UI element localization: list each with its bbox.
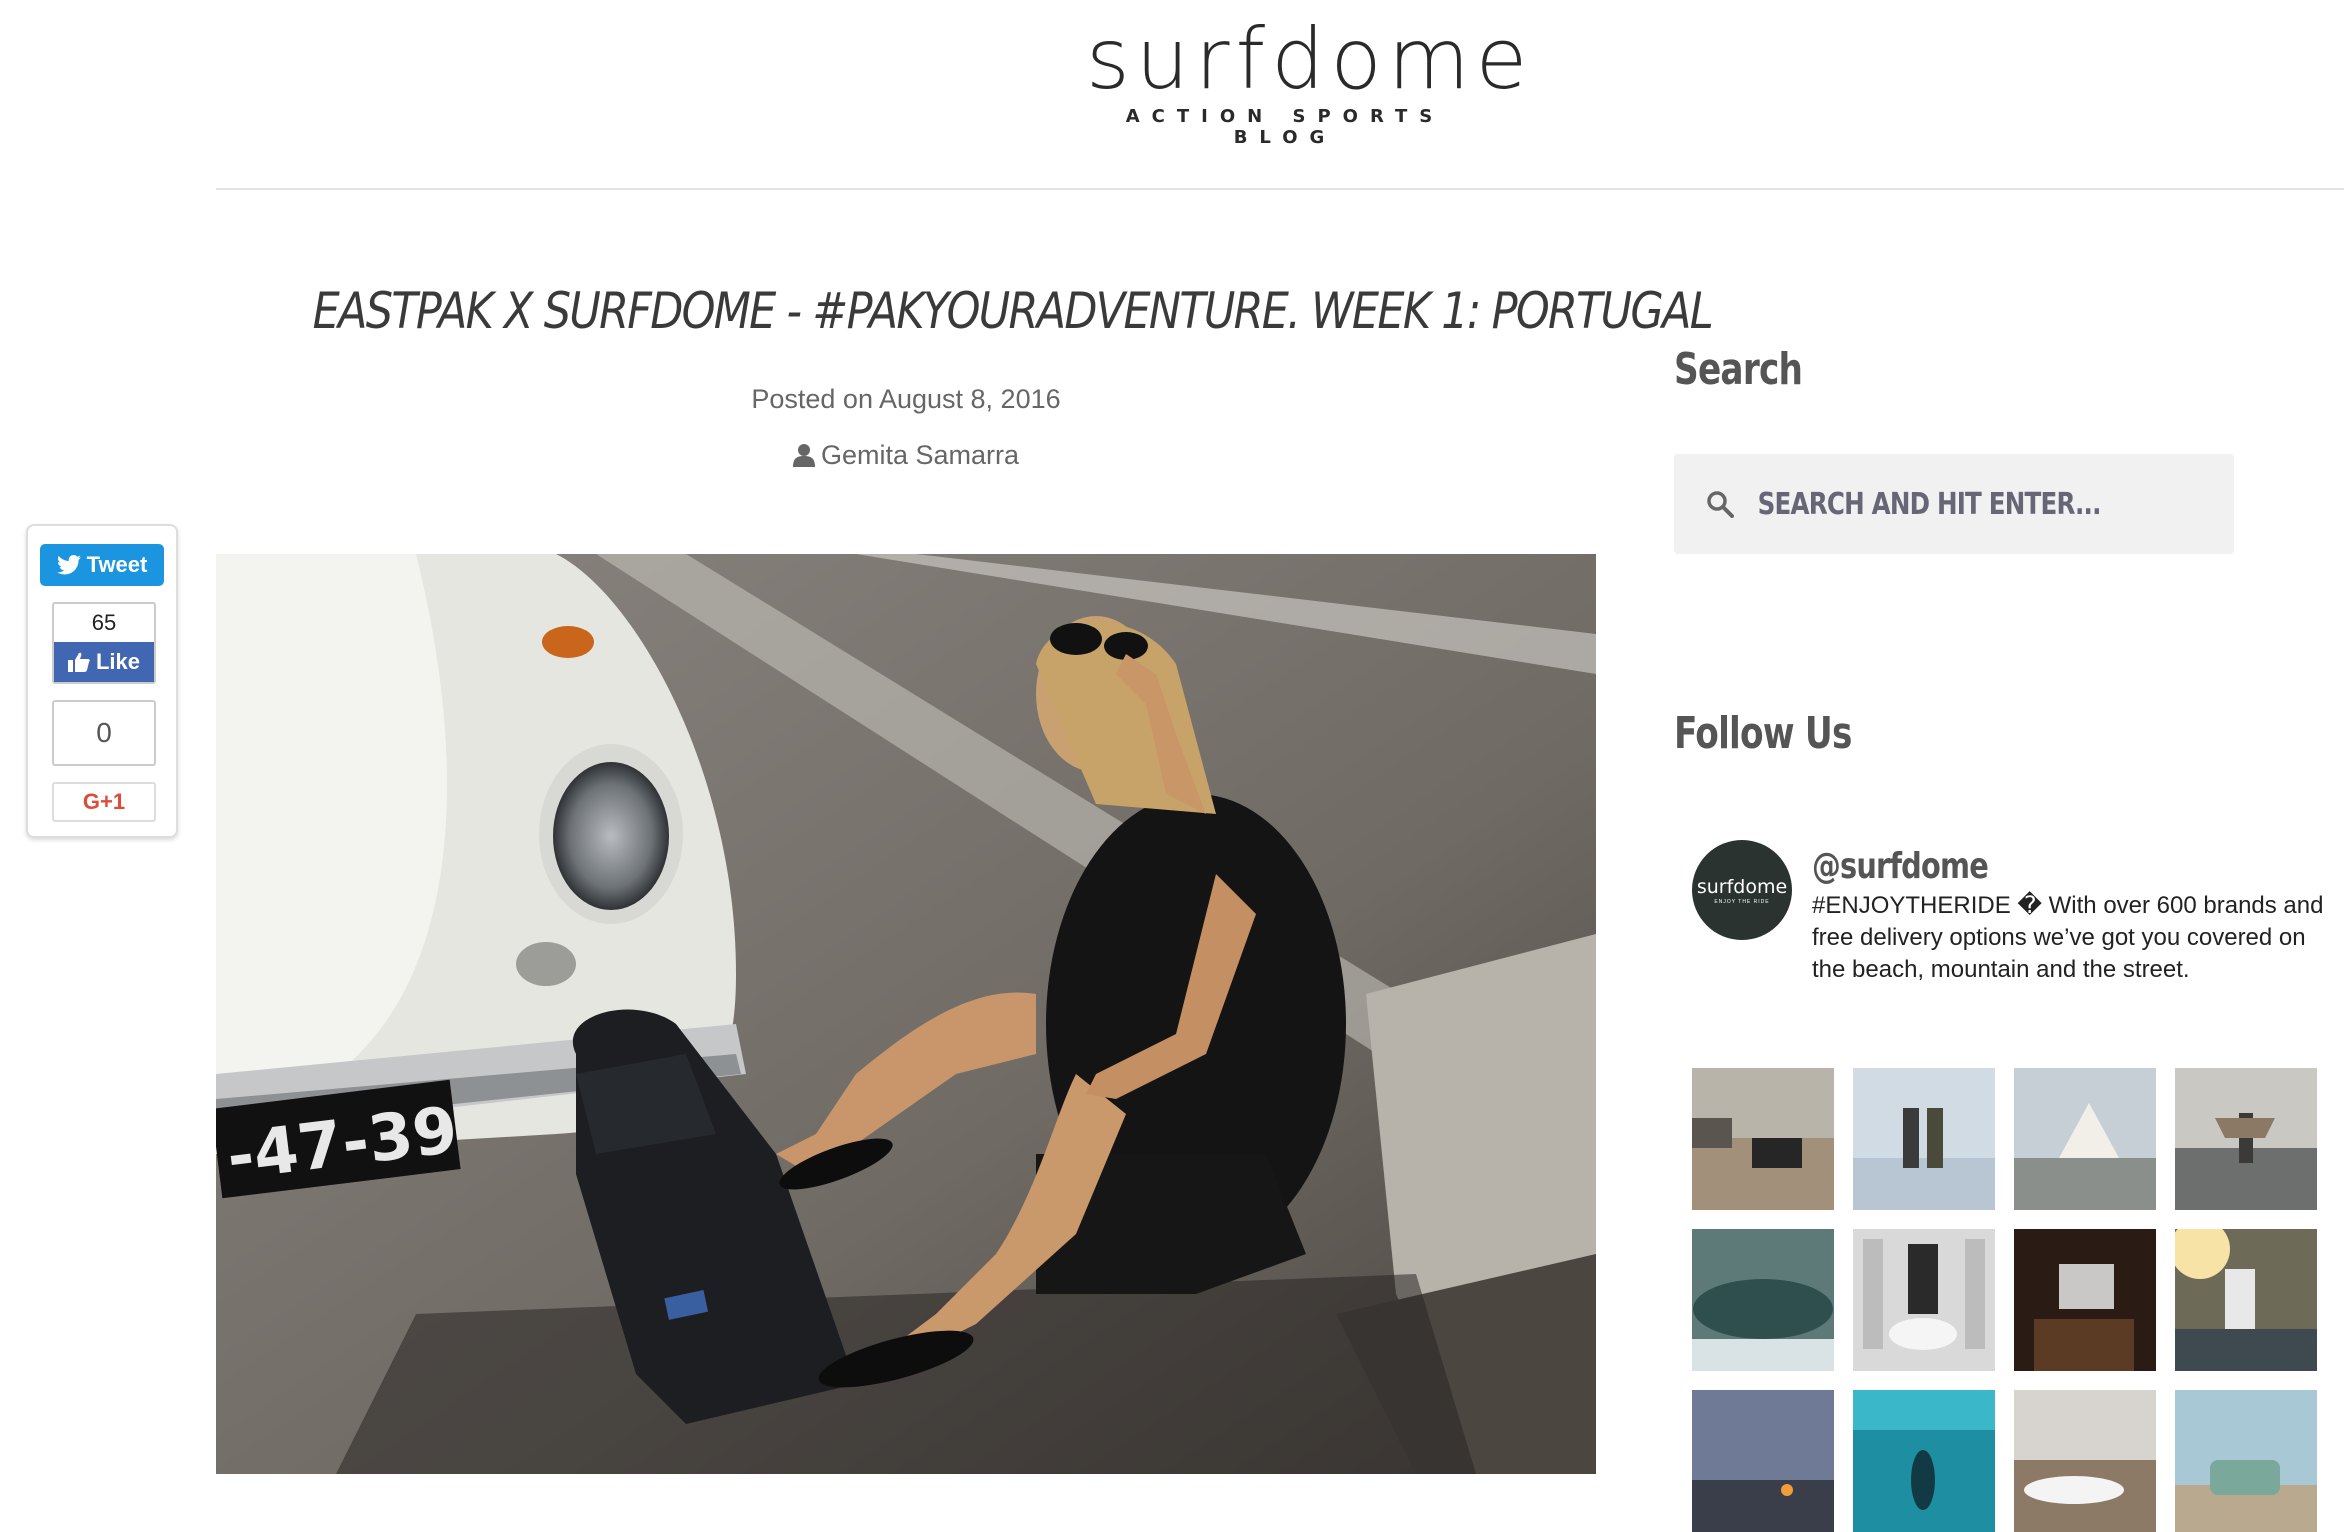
hero-image: -47-39 bbox=[216, 554, 1596, 1474]
instagram-feed-grid bbox=[1692, 1068, 2326, 1532]
instagram-photo[interactable] bbox=[2014, 1390, 2156, 1532]
search-icon bbox=[1707, 491, 1734, 518]
search-widget-title: Search bbox=[1674, 344, 1803, 395]
facebook-like-count: 65 bbox=[91, 610, 117, 635]
site-header: surfdome ACTION SPORTS BLOG bbox=[0, 0, 2344, 190]
logo-word: surfdome bbox=[1086, 10, 1534, 108]
facebook-like-label: Like bbox=[95, 649, 141, 674]
instagram-avatar[interactable]: surfdome ENJOY THE RIDE bbox=[1692, 840, 1792, 940]
share-widget: Tweet 65 Like 0 G+1 bbox=[26, 524, 178, 838]
instagram-photo[interactable] bbox=[2175, 1068, 2317, 1210]
gplus-button[interactable]: G+1 bbox=[52, 782, 156, 822]
instagram-bio: #ENJOYTHERIDE � With over 600 brands and… bbox=[1812, 892, 2324, 983]
author-name: Gemita Samarra bbox=[820, 440, 1020, 470]
search-box[interactable] bbox=[1674, 454, 2234, 554]
instagram-photo[interactable] bbox=[1853, 1390, 1995, 1532]
thumbs-up-icon bbox=[67, 652, 90, 672]
avatar-logo-word: surfdome bbox=[1696, 875, 1788, 898]
instagram-photo[interactable] bbox=[2014, 1229, 2156, 1371]
instagram-photo[interactable] bbox=[1853, 1229, 1995, 1371]
article-title: EASTPAK X SURFDOME - #PAKYOURADVENTURE. … bbox=[312, 282, 1714, 340]
site-logo[interactable]: surfdome ACTION SPORTS BLOG bbox=[1086, 10, 1534, 148]
user-icon bbox=[792, 444, 815, 467]
tweet-button[interactable]: Tweet bbox=[40, 544, 164, 586]
header-divider bbox=[216, 188, 2344, 190]
instagram-handle[interactable]: @surfdome bbox=[1812, 846, 1989, 887]
instagram-photo[interactable] bbox=[2175, 1229, 2317, 1371]
facebook-like-widget: 65 Like bbox=[52, 602, 156, 684]
avatar-logo-tagline: ENJOY THE RIDE bbox=[1714, 898, 1770, 905]
instagram-photo[interactable] bbox=[2175, 1390, 2317, 1532]
twitter-bird-icon bbox=[56, 555, 81, 575]
post-date: Posted on August 8, 2016 bbox=[751, 384, 1061, 414]
gplus-count: 0 bbox=[52, 700, 156, 766]
logo-tagline: ACTION SPORTS BLOG bbox=[1125, 106, 1445, 148]
instagram-photo[interactable] bbox=[1692, 1390, 1834, 1532]
instagram-photo[interactable] bbox=[1692, 1068, 1834, 1210]
post-author[interactable]: Gemita Samarra bbox=[216, 440, 1596, 471]
facebook-like-button[interactable]: Like bbox=[54, 642, 154, 682]
instagram-photo[interactable] bbox=[2014, 1068, 2156, 1210]
instagram-photo[interactable] bbox=[1692, 1229, 1834, 1371]
tweet-label: Tweet bbox=[86, 552, 148, 577]
instagram-photo[interactable] bbox=[1853, 1068, 1995, 1210]
search-input[interactable] bbox=[1756, 485, 2134, 523]
follow-widget-title: Follow Us bbox=[1674, 708, 1852, 759]
